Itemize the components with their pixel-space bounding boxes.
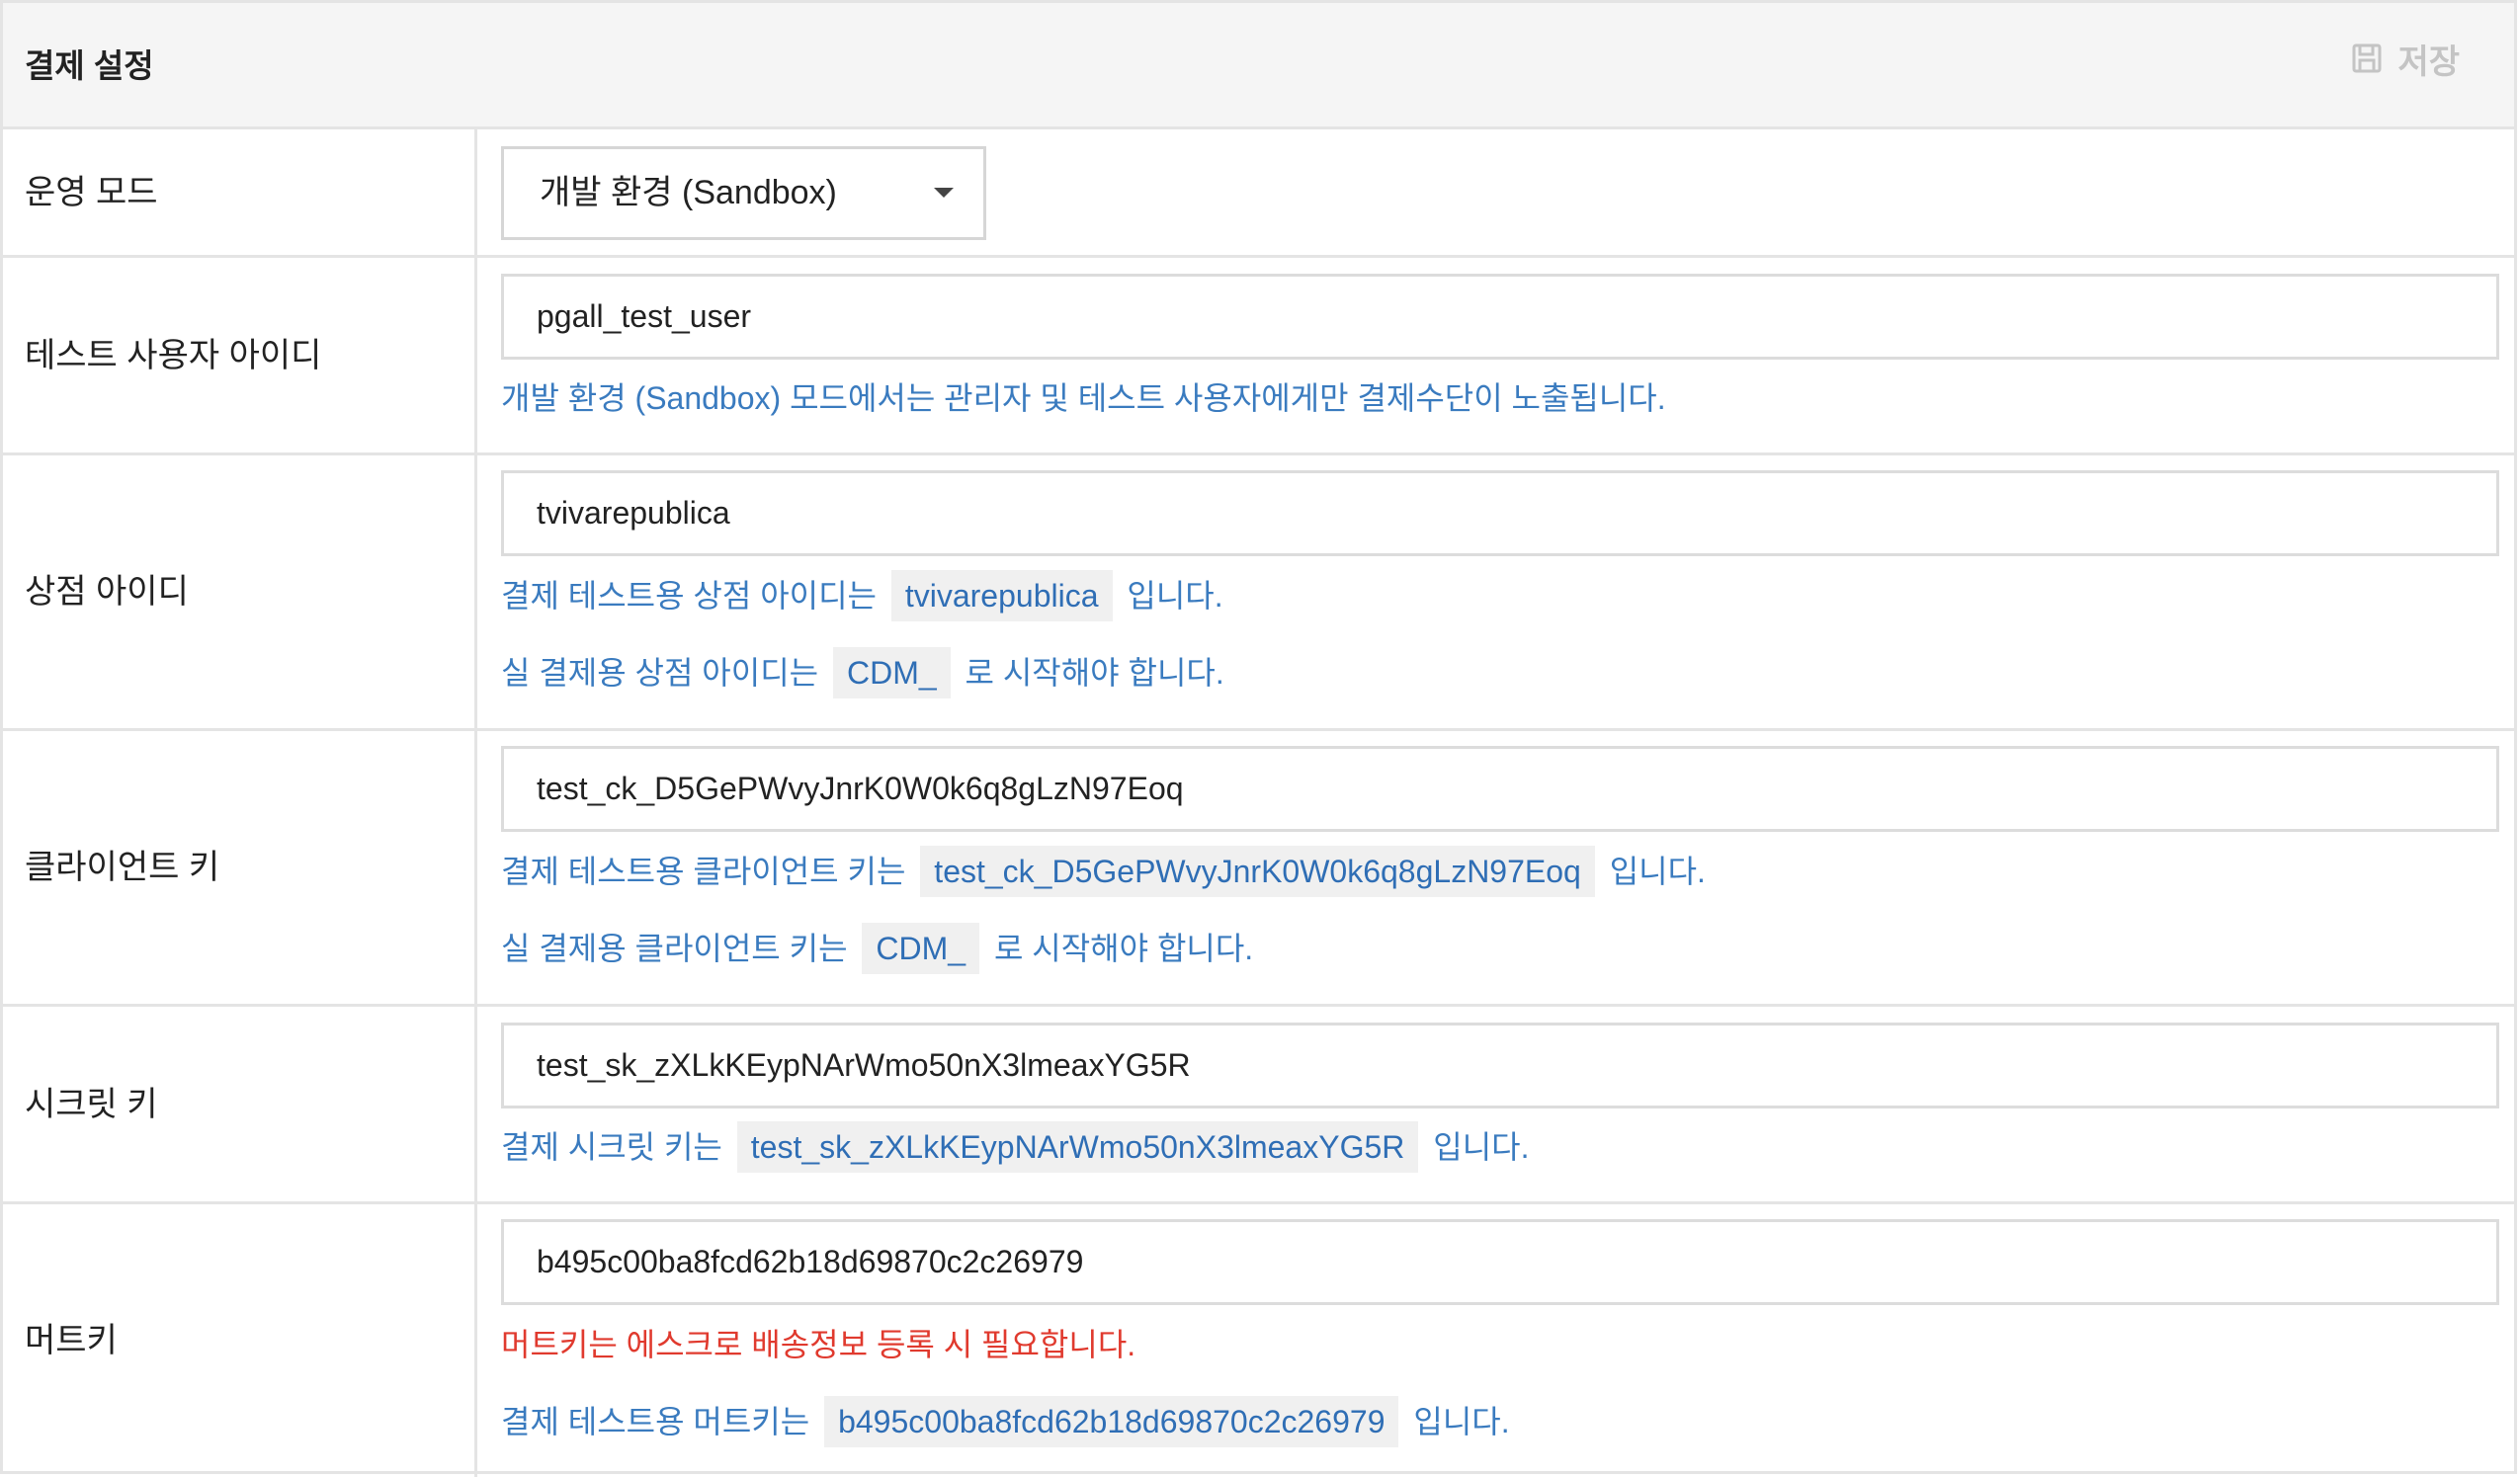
test-mert-key-code: b495c00ba8fcd62b18d69870c2c26979 <box>824 1396 1399 1447</box>
client-key-help-test: 결제 테스트용 클라이언트 키는 test_ck_D5GePWvyJnrK0W0… <box>501 846 1706 897</box>
help-text: 입니다. <box>1433 1129 1530 1165</box>
client-key-help-live: 실 결제용 클라이언트 키는 CDM_ 로 시작해야 합니다. <box>501 923 1253 974</box>
secret-key-help: 결제 시크릿 키는 test_sk_zXLkKEypNArWmo50nX3lme… <box>501 1121 1529 1173</box>
label-cell: 클라이언트 키 <box>3 731 477 1004</box>
live-prefix-code: CDM_ <box>832 647 951 698</box>
test-secret-key-code: test_sk_zXLkKEypNArWmo50nX3lmeaxYG5R <box>736 1121 1419 1173</box>
test-store-id-code: tvivarepublica <box>890 570 1113 621</box>
help-text: 결제 시크릿 키는 <box>501 1129 722 1165</box>
row-store-id: 상점 아이디 tvivarepublica 결제 테스트용 상점 아이디는 tv… <box>3 455 2514 731</box>
help-text: 결제 테스트용 클라이언트 키는 <box>501 854 906 889</box>
test-client-key-code: test_ck_D5GePWvyJnrK0W0k6q8gLzN97Eoq <box>920 846 1595 897</box>
operation-mode-label: 운영 모드 <box>25 173 158 211</box>
test-user-id-input[interactable]: pgall_test_user <box>501 274 2499 360</box>
label-cell: 머트키 <box>3 1204 477 1477</box>
help-text: 로 시작해야 합니다. <box>965 655 1224 691</box>
help-text: 로 시작해야 합니다. <box>993 931 1254 966</box>
row-mert-key: 머트키 b495c00ba8fcd62b18d69870c2c26979 머트키… <box>3 1204 2514 1477</box>
mert-key-label: 머트키 <box>25 1322 118 1359</box>
test-user-help: 개발 환경 (Sandbox) 모드에서는 관리자 및 테스트 사용자에게만 결… <box>501 380 1666 416</box>
mert-key-help: 결제 테스트용 머트키는 b495c00ba8fcd62b18d69870c2c… <box>501 1396 1510 1447</box>
client-key-label: 클라이언트 키 <box>25 849 220 886</box>
row-test-user-id: 테스트 사용자 아이디 pgall_test_user 개발 환경 (Sandb… <box>3 258 2514 455</box>
secret-key-label: 시크릿 키 <box>25 1085 158 1123</box>
label-cell: 운영 모드 <box>3 129 477 255</box>
save-button-label: 저장 <box>2397 43 2460 81</box>
secret-key-input[interactable]: test_sk_zXLkKEypNArWmo50nX3lmeaxYG5R <box>501 1023 2499 1108</box>
label-cell: 테스트 사용자 아이디 <box>3 258 477 452</box>
mert-key-input[interactable]: b495c00ba8fcd62b18d69870c2c26979 <box>501 1219 2499 1305</box>
help-text: 실 결제용 상점 아이디는 <box>501 655 819 691</box>
panel-title: 결제 설정 <box>25 47 154 84</box>
help-text: 입니다. <box>1127 578 1223 614</box>
panel-header: 결제 설정 저장 <box>3 3 2514 129</box>
operation-mode-selected: 개발 환경 (Sandbox) <box>540 174 837 211</box>
store-id-help-test: 결제 테스트용 상점 아이디는 tvivarepublica 입니다. <box>501 570 1223 621</box>
operation-mode-select[interactable]: 개발 환경 (Sandbox) <box>501 146 986 240</box>
mert-key-warning: 머트키는 에스크로 배송정보 등록 시 필요합니다. <box>501 1327 1136 1362</box>
floppy-disk-icon <box>2352 42 2382 82</box>
help-text: 결제 테스트용 머트키는 <box>501 1404 810 1439</box>
row-client-key: 클라이언트 키 test_ck_D5GePWvyJnrK0W0k6q8gLzN9… <box>3 731 2514 1007</box>
store-id-help-live: 실 결제용 상점 아이디는 CDM_ 로 시작해야 합니다. <box>501 647 1224 698</box>
help-text: 입니다. <box>1413 1404 1510 1439</box>
row-secret-key: 시크릿 키 test_sk_zXLkKEypNArWmo50nX3lmeaxYG… <box>3 1007 2514 1204</box>
row-operation-mode: 운영 모드 개발 환경 (Sandbox) <box>3 129 2514 258</box>
label-cell: 상점 아이디 <box>3 455 477 728</box>
test-user-id-label: 테스트 사용자 아이디 <box>25 336 322 374</box>
help-text: 결제 테스트용 상점 아이디는 <box>501 578 877 614</box>
live-prefix-code: CDM_ <box>862 923 980 974</box>
store-id-input[interactable]: tvivarepublica <box>501 470 2499 556</box>
store-id-label: 상점 아이디 <box>25 573 189 611</box>
payment-settings-panel: 결제 설정 저장 운영 모드 개발 환경 (Sandbox) 테스트 사용자 아… <box>0 0 2517 1477</box>
client-key-input[interactable]: test_ck_D5GePWvyJnrK0W0k6q8gLzN97Eoq <box>501 746 2499 832</box>
help-text: 입니다. <box>1609 854 1706 889</box>
help-text: 실 결제용 클라이언트 키는 <box>501 931 848 966</box>
caret-down-icon <box>934 188 954 198</box>
label-cell: 시크릿 키 <box>3 1007 477 1201</box>
save-button[interactable]: 저장 <box>2352 42 2460 82</box>
